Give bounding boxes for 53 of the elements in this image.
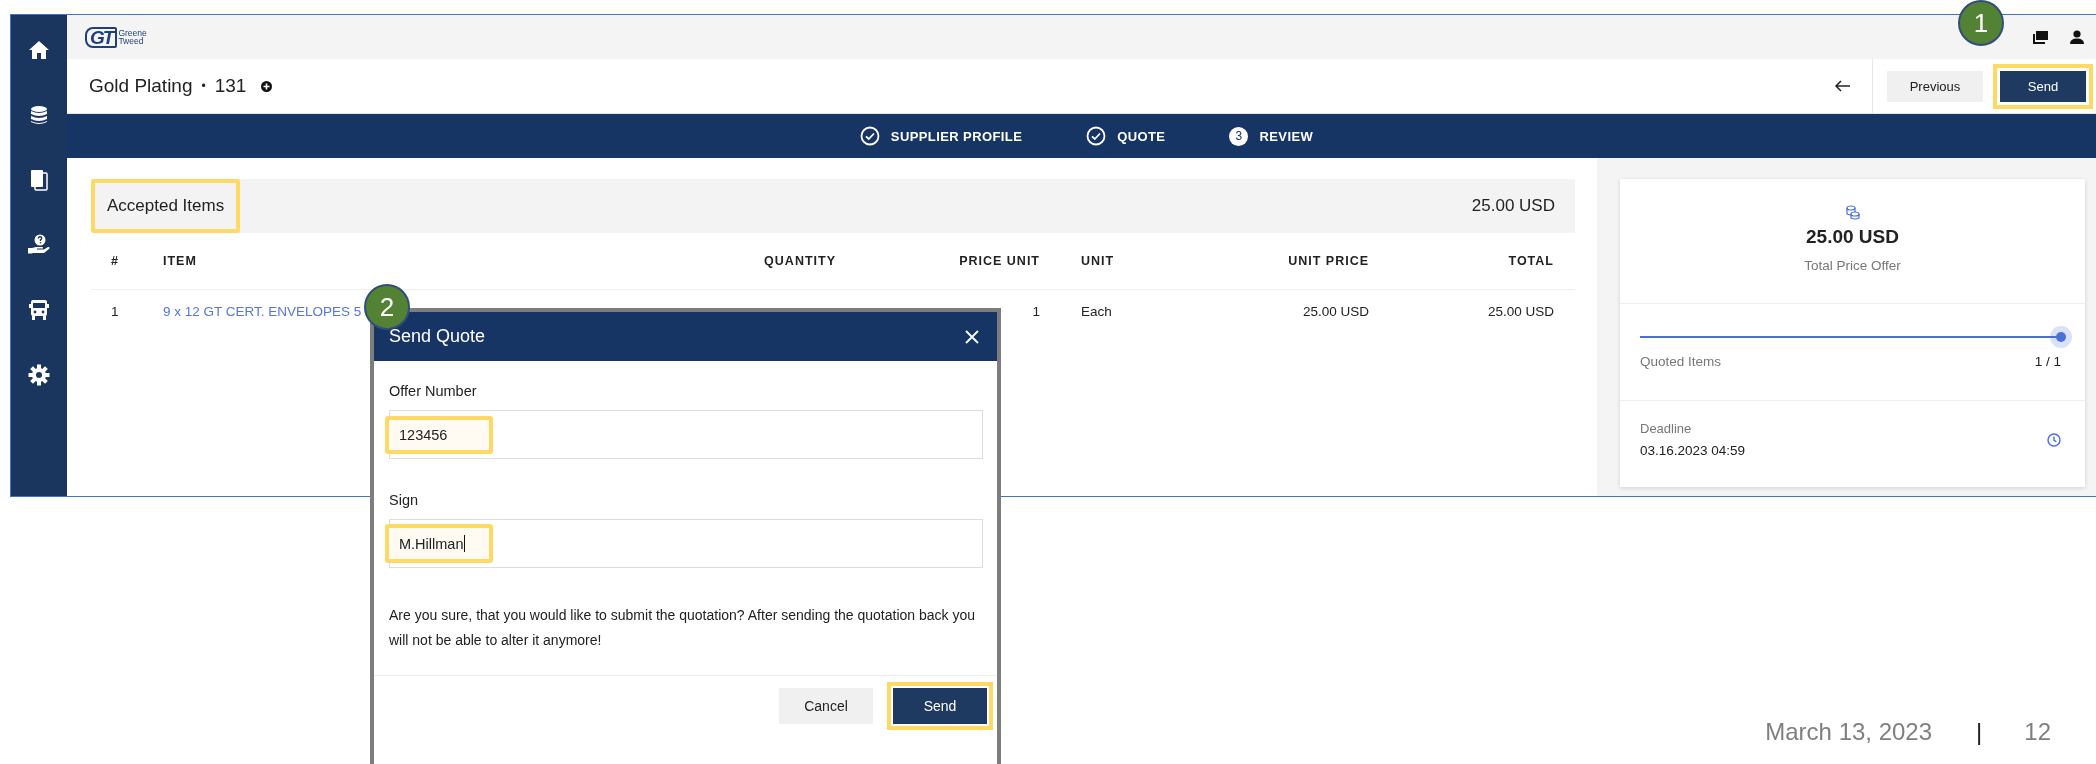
column-header: ITEM xyxy=(163,254,198,268)
item-link[interactable]: 9 x 12 GT CERT. ENVELOPES 5 xyxy=(163,303,362,319)
back-arrow-icon[interactable] xyxy=(1834,80,1850,92)
user-icon[interactable] xyxy=(2070,30,2084,44)
section-total: 25.00 USD xyxy=(1471,196,1555,216)
home-icon[interactable] xyxy=(28,39,50,60)
record-number: 131 xyxy=(214,75,247,97)
coins-icon xyxy=(1845,205,1860,220)
table-cell-text: Each xyxy=(1080,303,1113,319)
column-header: # xyxy=(111,254,120,268)
page-number: 12 xyxy=(2024,718,2051,746)
quoted-items-label: Quoted Items xyxy=(1640,354,1722,369)
table-cell-text: 1 xyxy=(111,303,120,319)
confirmation-message: Are you sure, that you would like to submit the quotation? After sending the quotation back you will not be able to alter it anymore! xyxy=(389,606,977,650)
slide-date: March 13, 2023 xyxy=(1765,718,1933,746)
separator-dot: • xyxy=(201,79,206,93)
step-label[interactable]: REVIEW xyxy=(1259,128,1314,144)
cancel-button[interactable]: Cancel xyxy=(779,688,873,724)
section-title: Accepted Items xyxy=(91,179,241,233)
send-button[interactable]: Send xyxy=(887,682,993,730)
settings-icon[interactable] xyxy=(28,363,50,386)
field-label: Sign xyxy=(389,492,420,508)
page-title: Gold Plating xyxy=(89,75,193,97)
table-cell-text: 25.00 USD xyxy=(1301,303,1369,319)
column-header: UNIT PRICE xyxy=(1287,254,1369,268)
deadline-date: 03.16.2023 04:59 xyxy=(1640,443,1746,458)
step-label[interactable]: SUPPLIER PROFILE xyxy=(890,128,1023,144)
step-number: 3 xyxy=(1229,126,1249,146)
total-price-label: Total Price Offer xyxy=(1804,258,1901,273)
total-price: 25.00 USD xyxy=(1806,226,1899,248)
separator: | xyxy=(1976,718,1983,746)
table-cell-text: 25.00 USD xyxy=(1486,303,1554,319)
windows-icon[interactable] xyxy=(2033,30,2048,44)
slider-thumb xyxy=(2050,326,2072,348)
documents-icon[interactable] xyxy=(30,168,48,191)
table-cell-text: 1 xyxy=(1031,303,1040,319)
send-button[interactable]: Send xyxy=(1993,63,2093,109)
column-header: QUANTITY xyxy=(763,254,836,268)
step-label[interactable]: QUOTE xyxy=(1117,128,1166,144)
close-icon[interactable] xyxy=(965,329,979,344)
database-icon[interactable] xyxy=(30,104,48,125)
quoted-items-count: 1 / 1 xyxy=(2034,354,2061,369)
column-header: PRICE UNIT xyxy=(958,254,1040,268)
deadline-label: Deadline xyxy=(1640,421,1693,436)
bus-icon[interactable] xyxy=(29,298,49,321)
add-icon[interactable] xyxy=(261,80,273,92)
field-label: Offer Number xyxy=(389,383,478,399)
clock-icon xyxy=(2047,432,2061,447)
column-header: UNIT xyxy=(1080,254,1116,268)
previous-button[interactable]: Previous xyxy=(1887,70,1983,102)
hand-question-icon[interactable] xyxy=(27,233,51,256)
column-header: TOTAL xyxy=(1507,254,1554,268)
step-badge: 1 xyxy=(1958,0,2004,46)
